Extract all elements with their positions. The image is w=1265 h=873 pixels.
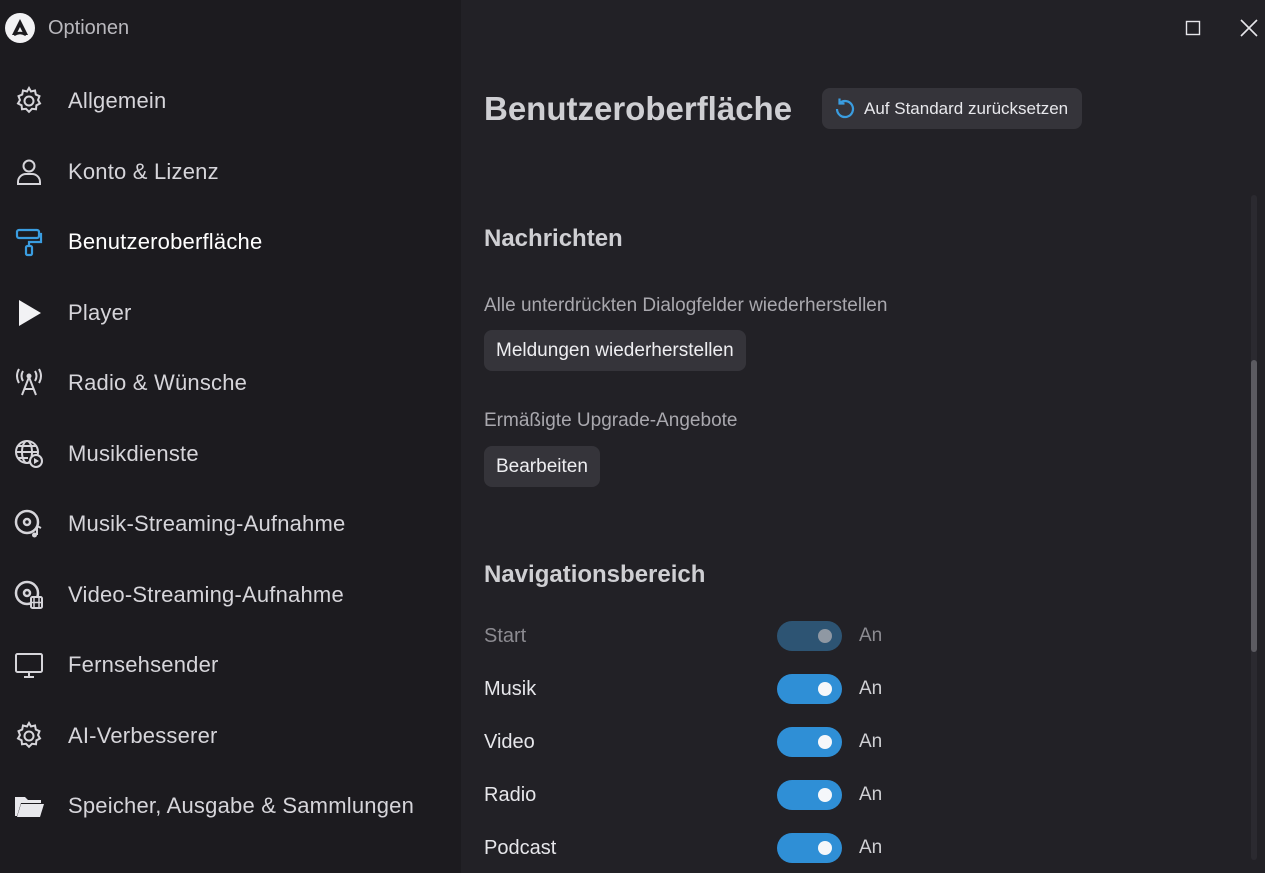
sidebar-item-label: Fernsehsender bbox=[68, 652, 219, 678]
toggle-label: Podcast bbox=[484, 837, 557, 859]
nav-toggle-row-musik: Musik An bbox=[484, 672, 1184, 708]
monitor-icon bbox=[13, 649, 45, 681]
sidebar-item-label: Speicher, Ausgabe & Sammlungen bbox=[68, 793, 415, 819]
section-title-messages: Nachrichten bbox=[484, 225, 623, 252]
sidebar-item-radio-wuensche[interactable]: Radio & Wünsche bbox=[0, 348, 461, 419]
maximize-icon bbox=[1185, 20, 1201, 36]
reset-button-label: Auf Standard zurücksetzen bbox=[864, 99, 1069, 118]
section-title-navigation: Navigationsbereich bbox=[484, 561, 706, 588]
nav-toggle-row-start: Start An bbox=[484, 619, 1184, 655]
sidebar-item-label: Konto & Lizenz bbox=[68, 158, 219, 184]
app-logo-icon bbox=[5, 13, 35, 43]
disc-music-icon bbox=[13, 508, 45, 540]
reset-icon bbox=[835, 98, 855, 119]
toggle-state: An bbox=[859, 678, 883, 699]
sidebar-item-label: Player bbox=[68, 299, 132, 325]
musik-toggle[interactable] bbox=[777, 674, 842, 704]
podcast-toggle[interactable] bbox=[777, 833, 842, 863]
globe-play-icon bbox=[13, 438, 45, 470]
sidebar: Optionen Allgemein Konto & Lizenz Benutz… bbox=[0, 0, 461, 873]
disc-film-icon bbox=[13, 579, 45, 611]
sidebar-item-speicher-ausgabe-sammlungen[interactable]: Speicher, Ausgabe & Sammlungen bbox=[0, 771, 461, 842]
maximize-button[interactable] bbox=[1175, 10, 1211, 46]
sidebar-item-label: Allgemein bbox=[68, 88, 167, 114]
toggle-label: Start bbox=[484, 625, 527, 647]
toggle-knob bbox=[818, 682, 832, 696]
sidebar-item-musik-streaming-aufnahme[interactable]: Musik-Streaming-Aufnahme bbox=[0, 489, 461, 560]
toggle-label: Radio bbox=[484, 784, 537, 806]
toggle-knob bbox=[818, 735, 832, 749]
sidebar-item-label: AI-Verbesserer bbox=[68, 722, 218, 748]
start-toggle bbox=[777, 621, 842, 651]
toggle-state: An bbox=[859, 837, 883, 858]
restore-messages-button[interactable]: Meldungen wiederherstellen bbox=[484, 330, 746, 371]
options-window: Optionen Allgemein Konto & Lizenz Benutz… bbox=[0, 0, 1265, 873]
sidebar-item-video-streaming-aufnahme[interactable]: Video-Streaming-Aufnahme bbox=[0, 560, 461, 631]
toggle-knob bbox=[818, 788, 832, 802]
sidebar-item-label: Radio & Wünsche bbox=[68, 370, 248, 396]
sidebar-item-label: Musik-Streaming-Aufnahme bbox=[68, 511, 346, 537]
window-title: Optionen bbox=[48, 17, 130, 39]
nav-toggle-row-podcast: Podcast An bbox=[484, 831, 1184, 867]
gear-icon bbox=[13, 85, 45, 117]
play-icon bbox=[13, 297, 45, 329]
sidebar-item-label: Benutzeroberfläche bbox=[68, 229, 263, 255]
folder-icon bbox=[13, 790, 45, 822]
nav-toggle-row-video: Video An bbox=[484, 725, 1184, 761]
paint-roller-icon bbox=[13, 226, 45, 258]
toggle-state: An bbox=[859, 784, 883, 805]
sidebar-item-musikdienste[interactable]: Musikdienste bbox=[0, 419, 461, 490]
gear-icon bbox=[13, 720, 45, 752]
sidebar-item-fernsehsender[interactable]: Fernsehsender bbox=[0, 630, 461, 701]
reset-to-default-button[interactable]: Auf Standard zurücksetzen bbox=[822, 88, 1082, 129]
toggle-state: An bbox=[859, 625, 883, 646]
sidebar-item-label: Video-Streaming-Aufnahme bbox=[68, 581, 344, 607]
page-title: Benutzeroberfläche bbox=[484, 90, 793, 127]
close-icon bbox=[1240, 19, 1258, 37]
sidebar-nav: Allgemein Konto & Lizenz Benutzeroberflä… bbox=[0, 66, 461, 842]
toggle-knob bbox=[818, 841, 832, 855]
toggle-label: Video bbox=[484, 731, 535, 753]
toggle-label: Musik bbox=[484, 678, 537, 700]
radio-tower-icon bbox=[13, 367, 45, 399]
toggle-state: An bbox=[859, 731, 883, 752]
sidebar-item-benutzeroberflaeche[interactable]: Benutzeroberfläche bbox=[0, 207, 461, 278]
scrollbar-thumb[interactable] bbox=[1251, 360, 1257, 652]
main-content: Benutzeroberfläche Auf Standard zurückse… bbox=[461, 0, 1265, 873]
video-toggle[interactable] bbox=[777, 727, 842, 757]
sidebar-item-label: Musikdienste bbox=[68, 440, 199, 466]
upgrade-offers-description: Ermäßigte Upgrade-Angebote bbox=[484, 410, 738, 431]
sidebar-item-player[interactable]: Player bbox=[0, 278, 461, 349]
sidebar-item-konto-lizenz[interactable]: Konto & Lizenz bbox=[0, 137, 461, 208]
title-bar: Optionen bbox=[0, 0, 461, 56]
nav-toggle-row-radio: Radio An bbox=[484, 778, 1184, 814]
edit-upgrade-offers-button[interactable]: Bearbeiten bbox=[484, 446, 600, 487]
close-button[interactable] bbox=[1231, 10, 1265, 46]
radio-toggle[interactable] bbox=[777, 780, 842, 810]
user-icon bbox=[13, 156, 45, 188]
restore-dialogs-description: Alle unterdrückten Dialogfelder wiederhe… bbox=[484, 295, 888, 316]
sidebar-item-allgemein[interactable]: Allgemein bbox=[0, 66, 461, 137]
toggle-knob bbox=[818, 629, 832, 643]
sidebar-item-ai-verbesserer[interactable]: AI-Verbesserer bbox=[0, 701, 461, 772]
